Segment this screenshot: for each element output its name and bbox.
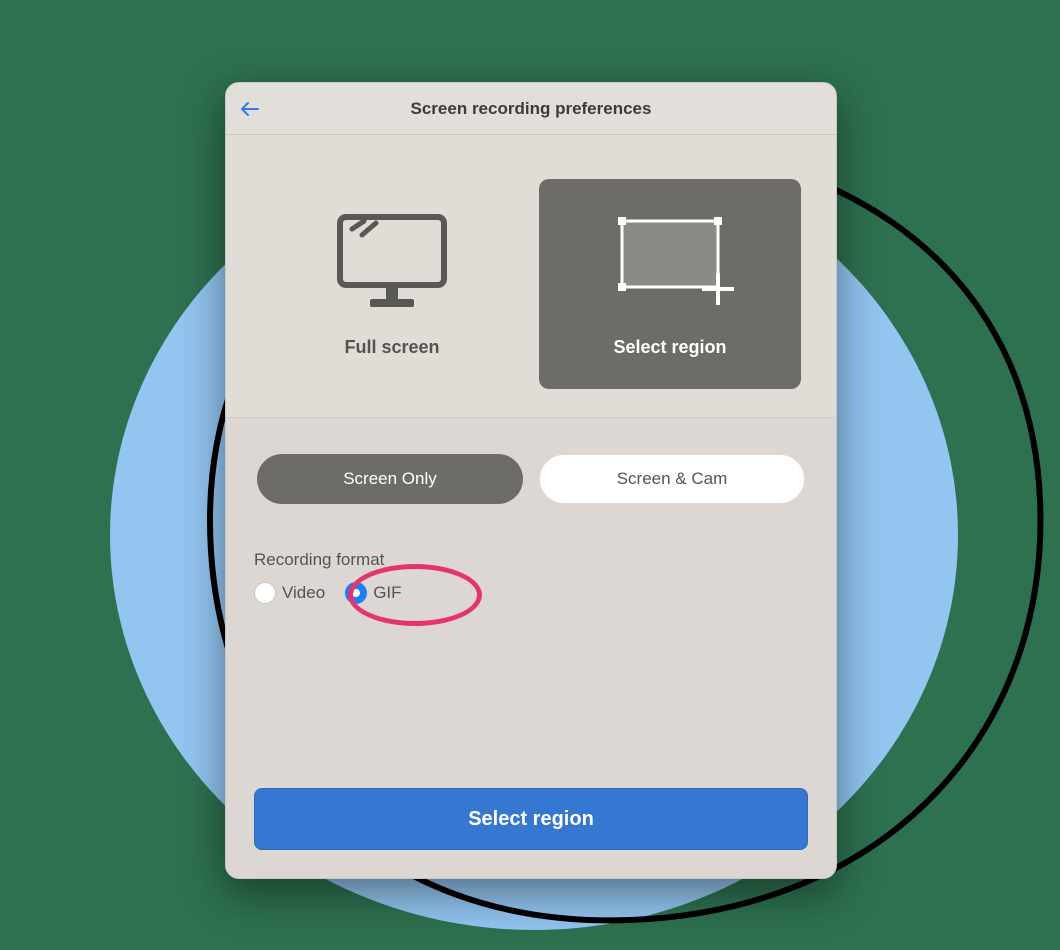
crop-region-icon <box>600 211 740 313</box>
pill-label: Screen Only <box>343 469 437 489</box>
capture-mode-label: Full screen <box>344 337 439 358</box>
primary-action-label: Select region <box>468 808 594 831</box>
source-mode-row: Screen Only Screen & Cam <box>254 454 808 504</box>
back-button[interactable] <box>238 97 262 121</box>
recording-format-heading: Recording format <box>254 550 808 570</box>
recording-format-row: Video GIF <box>254 582 808 604</box>
primary-action-button[interactable]: Select region <box>254 788 808 850</box>
capture-mode-full-screen[interactable]: Full screen <box>261 179 523 389</box>
capture-mode-select-region[interactable]: Select region <box>539 179 801 389</box>
format-radio-gif[interactable] <box>345 582 367 604</box>
dialog-title: Screen recording preferences <box>411 99 652 119</box>
arrow-left-icon <box>241 102 259 116</box>
annotation-highlight-oval <box>348 564 482 626</box>
capture-mode-label: Select region <box>613 337 726 358</box>
monitor-icon <box>332 211 452 313</box>
stage: Screen recording preferences Full screen <box>0 0 1060 950</box>
preferences-dialog: Screen recording preferences Full screen <box>225 82 837 879</box>
format-radio-video[interactable] <box>254 582 276 604</box>
dialog-body: Screen recording preferences Full screen <box>225 82 837 879</box>
source-mode-screen-only[interactable]: Screen Only <box>257 454 523 504</box>
format-label-gif[interactable]: GIF <box>373 583 401 603</box>
capture-mode-section: Full screen Select region <box>226 135 836 418</box>
titlebar: Screen recording preferences <box>226 83 836 135</box>
options-section: Screen Only Screen & Cam Recording forma… <box>226 418 836 878</box>
format-label-video[interactable]: Video <box>282 583 325 603</box>
source-mode-screen-and-cam[interactable]: Screen & Cam <box>539 454 805 504</box>
pill-label: Screen & Cam <box>617 469 728 489</box>
